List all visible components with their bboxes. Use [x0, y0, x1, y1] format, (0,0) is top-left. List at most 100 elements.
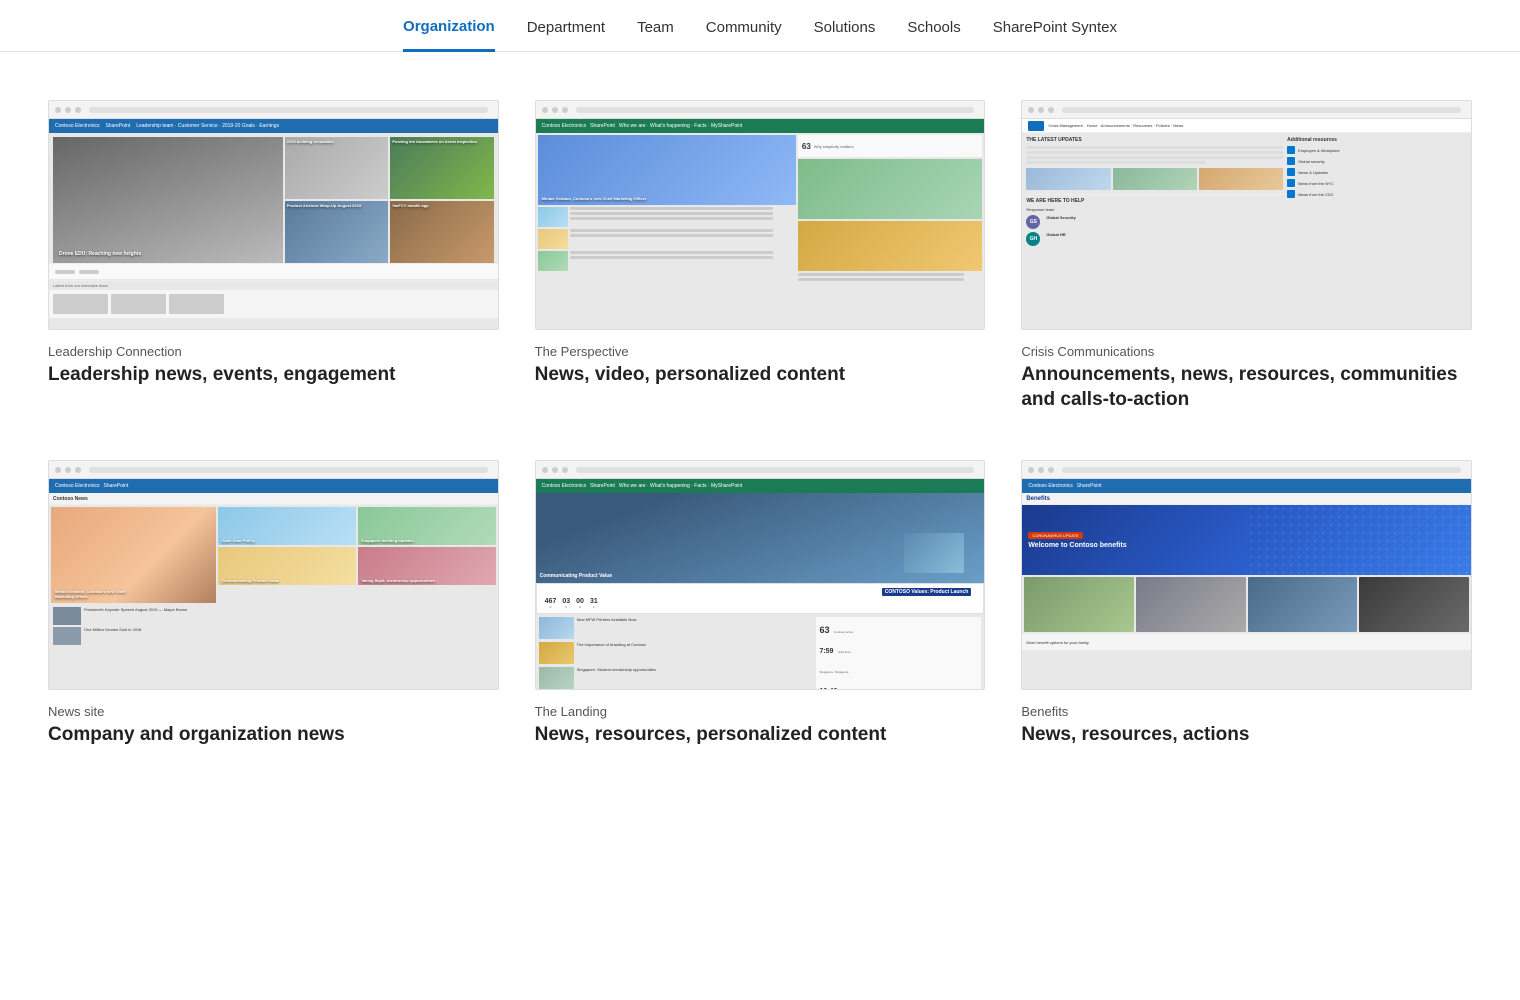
card-preview-perspective[interactable]: Contoso Electronics SharePoint Who we ar…	[535, 100, 986, 330]
sim-story-thumb3	[538, 251, 568, 271]
nav-item-solutions[interactable]: Solutions	[814, 19, 876, 50]
countdown-days: 467 d	[545, 598, 557, 609]
sim-caption-strip-6: More benefit options for your family	[1022, 634, 1471, 650]
sim-res-5: News from the CDC	[1287, 190, 1467, 198]
sim-hero-5: Communicating Product Value	[536, 493, 985, 583]
sim-avatar-row-2: GH Global HR	[1026, 232, 1283, 246]
sim-right-3: Additional resources Employee & Workplac…	[1287, 137, 1467, 325]
avatar-gs: GS	[1026, 215, 1040, 229]
sim-content-item1: New MFW Printers Available Now	[539, 617, 814, 639]
preview-body-1: Contoso Electronics SharePoint Leadershi…	[49, 119, 498, 329]
sim-brand-6: Contoso Electronics	[1028, 483, 1072, 489]
nav-item-schools[interactable]: Schools	[907, 19, 960, 50]
sim-nav-2: Who we are · What's happening · Facts · …	[619, 123, 743, 129]
preview-body-4: Contoso Electronics SharePoint Contoso N…	[49, 479, 498, 689]
sim-help-3: WE ARE HERE TO HELP Response team GS Glo…	[1026, 194, 1283, 246]
widget-time-label: read time	[838, 650, 851, 654]
preview-body-2: Contoso Electronics SharePoint Who we ar…	[536, 119, 985, 329]
card-preview-crisis[interactable]: Crisis Management Home · Announcements ·…	[1021, 100, 1472, 330]
minutes-label: m	[576, 605, 584, 609]
card-preview-leadership[interactable]: Contoso Electronics SharePoint Leadershi…	[48, 100, 499, 330]
sim-brand-1: Contoso Electronics	[55, 123, 99, 129]
sim-n-thumb2	[53, 627, 81, 645]
tl3	[570, 217, 774, 220]
tl6	[570, 251, 774, 254]
sim-news-row2: One Million Drones Sold in 2018	[53, 627, 494, 645]
sim-brand-2: Contoso Electronics	[542, 123, 586, 129]
score-label: Why simplicity matters	[814, 144, 854, 149]
sim-main-col-2: Miriam Graham, Contoso's new Chief Marke…	[538, 135, 796, 327]
sim-res-icon-5	[1287, 190, 1295, 198]
sim-helptext: WE ARE HERE TO HELP	[1026, 198, 1283, 204]
sim-sub1: 2020 building renovation	[285, 137, 388, 199]
sim-story-card1: Open Door Policy	[218, 507, 356, 545]
sim-story-1	[538, 207, 796, 227]
sim-ci-img2	[539, 642, 574, 664]
sim-side-img-1	[798, 159, 982, 219]
nav-item-organization[interactable]: Organization	[403, 18, 495, 52]
tl-u2	[1026, 151, 1283, 154]
sim-hero-6: CORONAVIRUS UPDATE Welcome to Contoso be…	[1022, 505, 1471, 575]
card-crisis-communications: Crisis Management Home · Announcements ·…	[1021, 100, 1472, 412]
sim-story-label1: Open Door Policy	[221, 538, 255, 543]
chrome-max-1	[75, 107, 81, 113]
sim-countdown-container: CONTOSO Values: Product Launch 467 d 03 …	[536, 583, 985, 614]
sim-story-text1	[570, 207, 796, 222]
nav-item-department[interactable]: Department	[527, 19, 605, 50]
sim-res-icon-3	[1287, 168, 1295, 176]
countdown-hours: 03 h	[562, 598, 570, 609]
cards-grid: Contoso Electronics SharePoint Leadershi…	[0, 100, 1520, 808]
sim-left-3: THE LATEST UPDATES	[1026, 137, 1283, 325]
preview-body-6: Contoso Electronics SharePoint Benefits …	[1022, 479, 1471, 689]
sim-story-thumb1	[538, 207, 568, 227]
sim-sp-2: SharePoint	[590, 123, 615, 129]
chrome-min-2	[552, 107, 558, 113]
sim-sub4: VarFCY mobile app	[390, 201, 493, 263]
sim-news-thumb1	[1026, 168, 1110, 190]
sim-content-item2: The importance of branding at Contoso	[539, 642, 814, 664]
sim-grid-img3	[1248, 577, 1358, 632]
sim-sub2: Pushing the boundaries on Aerial Inspect…	[390, 137, 493, 199]
sim-topnav-3: Crisis Management Home · Announcements ·…	[1022, 119, 1471, 133]
main-navigation: Organization Department Team Community S…	[0, 0, 1520, 52]
widget-location: Singapore, Singapore	[819, 670, 848, 674]
sim-res-icon-1	[1287, 146, 1295, 154]
card-title-2: News, video, personalized content	[535, 363, 986, 388]
sim-benefits-header: Benefits	[1022, 493, 1471, 505]
sim-global-security: Global Security	[1046, 215, 1075, 229]
sim-cap-dot2	[79, 270, 99, 274]
sim-story-thumb2	[538, 229, 568, 249]
sim-n-text2: One Million Drones Sold in 2018	[84, 627, 141, 632]
chrome-min-6	[1038, 467, 1044, 473]
sim-widget-loc-area: Singapore, Singapore	[819, 660, 978, 678]
sim-brand-4: Contoso Electronics	[55, 483, 99, 489]
tl-u1	[1026, 146, 1283, 149]
sim-res-1: Employee & Workplace	[1287, 146, 1467, 154]
nav-item-community[interactable]: Community	[706, 19, 782, 50]
sim-n-text1: President's Keynote Speech August 2019 —…	[84, 607, 187, 612]
chrome-close-1	[55, 107, 61, 113]
sim-thumb1	[53, 294, 108, 314]
sim-site-logo-4: Contoso News	[53, 496, 88, 502]
days-label: d	[545, 605, 557, 609]
nav-item-team[interactable]: Team	[637, 19, 674, 50]
sim-thumb3	[169, 294, 224, 314]
sim-topnav-1: Contoso Electronics SharePoint Leadershi…	[49, 119, 498, 133]
sim-col2-4: Open Door Policy Communicating Product V…	[218, 507, 356, 603]
chrome-close-3	[1028, 107, 1034, 113]
sim-story-card4: Taking flight: mentorship opportunities	[358, 547, 496, 585]
sim-ci-text1: New MFW Printers Available Now	[577, 617, 637, 639]
sim-res-icon-2	[1287, 157, 1295, 165]
sim-nav-1: Leadership team · Customer Service · 201…	[136, 123, 279, 129]
card-preview-landing[interactable]: Contoso Electronics SharePoint Who we ar…	[535, 460, 986, 690]
sim-res-text-4: News from the NYC	[1298, 181, 1333, 186]
card-leadership-connection: Contoso Electronics SharePoint Leadershi…	[48, 100, 499, 412]
sim-bottom-1	[49, 290, 498, 318]
sim-story-text2	[570, 229, 796, 239]
card-preview-benefits[interactable]: Contoso Electronics SharePoint Benefits …	[1021, 460, 1472, 690]
card-preview-news[interactable]: Contoso Electronics SharePoint Contoso N…	[48, 460, 499, 690]
nav-item-sharepoint-syntex[interactable]: SharePoint Syntex	[993, 19, 1117, 50]
sim-countdown-nums: 467 d 03 h 00 m 31 s	[541, 598, 980, 611]
sim-ci-img3	[539, 667, 574, 689]
address-bar-2	[576, 107, 975, 113]
